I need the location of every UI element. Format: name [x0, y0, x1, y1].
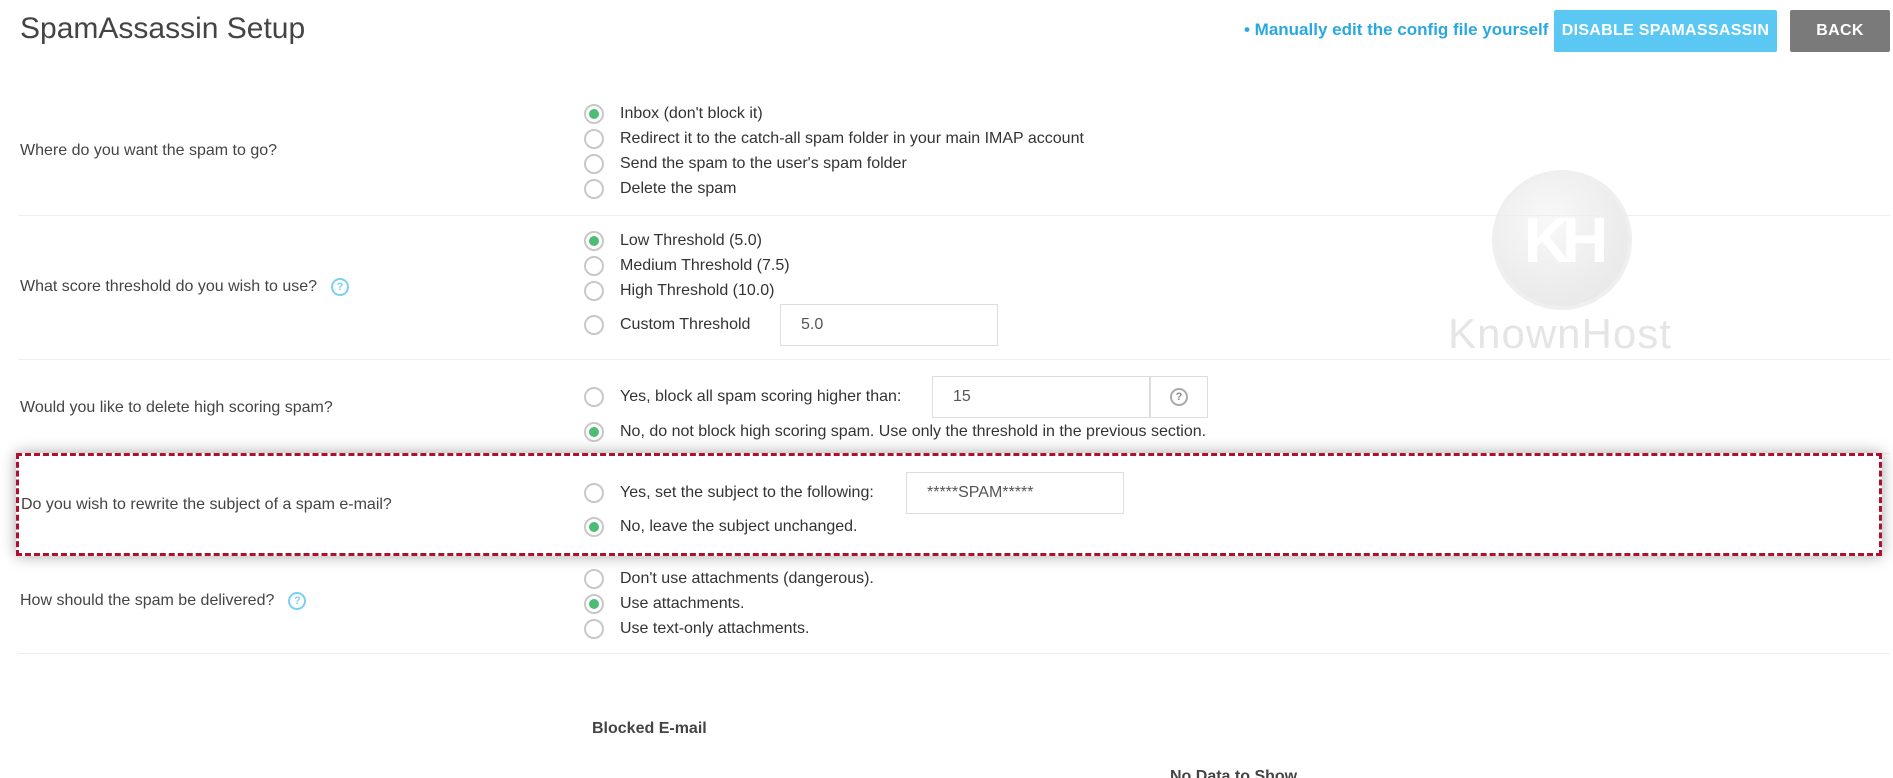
- custom-threshold-input[interactable]: 5.0: [780, 304, 998, 346]
- option-redirect-catchall[interactable]: Redirect it to the catch-all spam folder…: [584, 128, 1084, 150]
- radio-low-threshold[interactable]: [584, 231, 604, 251]
- help-icon: ?: [1170, 388, 1188, 406]
- manual-config-link[interactable]: • Manually edit the config file yourself: [1244, 20, 1548, 40]
- option-use-attachments[interactable]: Use attachments.: [584, 593, 745, 615]
- radio-block-high-scoring[interactable]: [584, 387, 604, 407]
- help-icon[interactable]: ?: [288, 592, 307, 610]
- radio-user-spam-folder[interactable]: [584, 154, 604, 174]
- question-high-scoring: Would you like to delete high scoring sp…: [20, 399, 333, 416]
- option-inbox[interactable]: Inbox (don't block it): [584, 103, 763, 125]
- option-low-threshold[interactable]: Low Threshold (5.0): [584, 230, 762, 252]
- back-button[interactable]: BACK: [1790, 10, 1890, 52]
- radio-redirect-catchall[interactable]: [584, 129, 604, 149]
- radio-leave-subject[interactable]: [584, 517, 604, 537]
- subject-rewrite-input[interactable]: *****SPAM*****: [906, 472, 1124, 514]
- radio-medium-threshold[interactable]: [584, 256, 604, 276]
- radio-no-block-high-scoring[interactable]: [584, 422, 604, 442]
- radio-rewrite-subject[interactable]: [584, 483, 604, 503]
- option-user-spam-folder[interactable]: Send the spam to the user's spam folder: [584, 153, 907, 175]
- section-delivery: How should the spam be delivered? ?: [18, 556, 1890, 654]
- option-text-only-attachments[interactable]: Use text-only attachments.: [584, 618, 809, 640]
- high-score-input[interactable]: 15: [932, 376, 1150, 418]
- high-score-help-button[interactable]: ?: [1150, 376, 1208, 418]
- page-title: SpamAssassin Setup: [20, 12, 306, 45]
- blocked-email-empty: No Data to Show: [1170, 768, 1298, 778]
- blocked-email-heading: Blocked E-mail: [592, 720, 707, 737]
- radio-high-threshold[interactable]: [584, 281, 604, 301]
- option-delete-spam[interactable]: Delete the spam: [584, 178, 737, 200]
- option-rewrite-subject[interactable]: Yes, set the subject to the following:: [584, 482, 874, 504]
- radio-inbox[interactable]: [584, 104, 604, 124]
- radio-custom-threshold[interactable]: [584, 315, 604, 335]
- radio-no-attachments[interactable]: [584, 569, 604, 589]
- radio-text-only-attachments[interactable]: [584, 619, 604, 639]
- question-destination: Where do you want the spam to go?: [20, 142, 278, 159]
- radio-delete-spam[interactable]: [584, 179, 604, 199]
- question-rewrite-subject: Do you wish to rewrite the subject of a …: [21, 496, 392, 513]
- disable-spamassassin-button[interactable]: DISABLE SPAMASSASSIN: [1554, 10, 1777, 52]
- option-leave-subject[interactable]: No, leave the subject unchanged.: [584, 516, 858, 538]
- question-threshold: What score threshold do you wish to use?…: [20, 278, 350, 296]
- option-block-high-scoring[interactable]: Yes, block all spam scoring higher than:: [584, 386, 901, 408]
- option-custom-threshold[interactable]: Custom Threshold: [584, 314, 750, 336]
- help-icon[interactable]: ?: [331, 278, 350, 296]
- radio-use-attachments[interactable]: [584, 594, 604, 614]
- section-destination: Where do you want the spam to go?: [18, 96, 1890, 216]
- question-delivery: How should the spam be delivered? ?: [20, 592, 307, 610]
- option-high-threshold[interactable]: High Threshold (10.0): [584, 280, 774, 302]
- option-medium-threshold[interactable]: Medium Threshold (7.5): [584, 255, 790, 277]
- option-no-block-high-scoring[interactable]: No, do not block high scoring spam. Use …: [584, 421, 1206, 443]
- option-no-attachments[interactable]: Don't use attachments (dangerous).: [584, 568, 874, 590]
